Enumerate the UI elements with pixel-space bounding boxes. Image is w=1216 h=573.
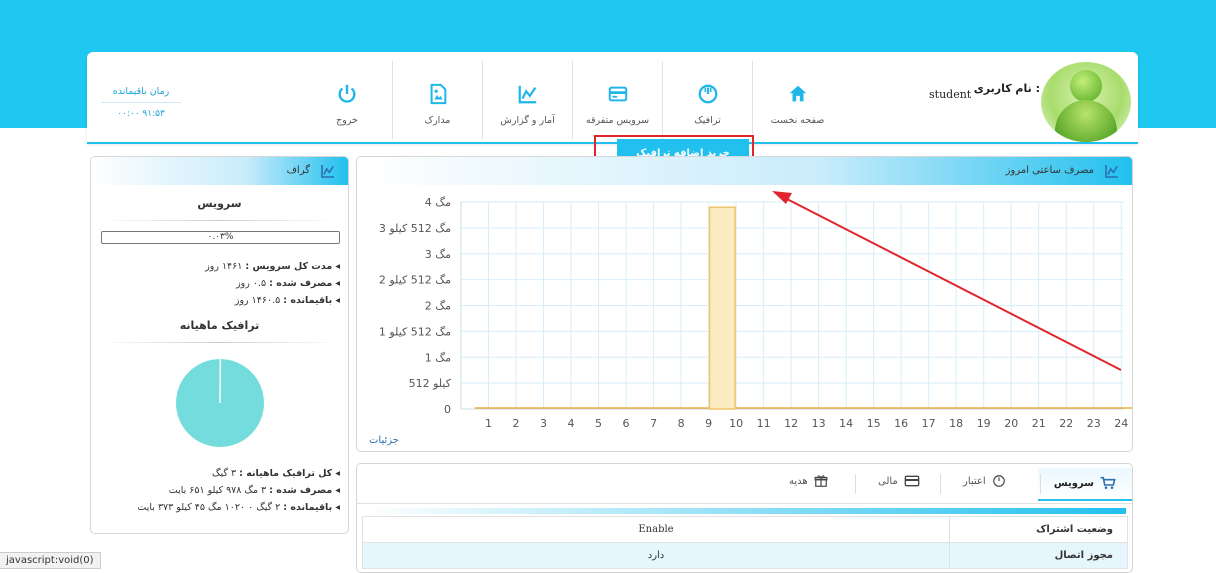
y-tick-label: 0	[444, 403, 451, 416]
nav-home[interactable]: صفحه نخست	[752, 61, 842, 139]
nav-home-label: صفحه نخست	[771, 115, 825, 126]
hourly-usage-title: مصرف ساعتی امروز	[1006, 165, 1094, 176]
x-tick-label: 15	[867, 417, 881, 430]
x-tick-label: 24	[1114, 417, 1128, 430]
y-tick-label: 3 مگ	[425, 248, 451, 261]
x-tick-label: 18	[949, 417, 963, 430]
nav-logout-label: خروج	[336, 115, 358, 126]
y-tick-label: 2 مگ 512 کیلو	[379, 274, 451, 287]
x-tick-label: 6	[623, 417, 630, 430]
traffic-info: ◂ کل ترافیک ماهیانه : ۳ گیگ ◂ مصرف شده :…	[91, 465, 348, 516]
graph-panel-title: گراف	[287, 165, 310, 176]
nav-traffic-label: ترافیک	[694, 115, 720, 126]
x-tick-label: 11	[757, 417, 771, 430]
service-info: ◂ مدت کل سرویس : ۱۴۶۱ روز ◂ مصرف شده : ۰…	[91, 258, 348, 309]
y-tick-label: 4 مگ	[425, 196, 451, 209]
hourly-usage-chart: 0 512 کیلو 1 مگ 1 مگ 512 کیلو 2 مگ 2 مگ 512 ک…	[357, 185, 1133, 433]
y-tick-label: 1 مگ	[425, 351, 451, 364]
service-details-panel: سرویس اعتبار مالی هدیه Enable وضعیت اشتر…	[356, 463, 1133, 573]
info-row: ◂ باقیمانده : ۲ گیگ ۰ ۱۰۲۰ مگ ۴۵ کیلو ۳۷…	[91, 499, 340, 516]
card-icon	[904, 474, 920, 488]
power-icon	[336, 83, 358, 105]
x-tick-label: 14	[839, 417, 853, 430]
status-bar: javascript:void(0)	[0, 552, 101, 569]
x-tick-label: 16	[894, 417, 908, 430]
subscription-status-value: Enable	[363, 517, 950, 543]
table-row: Enable وضعیت اشتراک	[363, 517, 1128, 543]
username-value: student	[929, 88, 971, 101]
x-tick-label: 4	[568, 417, 575, 430]
x-tick-label: 17	[922, 417, 936, 430]
nav-reports-label: آمار و گزارش	[500, 115, 554, 126]
x-tick-label: 22	[1059, 417, 1073, 430]
hourly-usage-header: مصرف ساعتی امروز	[357, 157, 1132, 185]
tab-service[interactable]: سرویس	[1038, 468, 1132, 501]
x-tick-label: 7	[650, 417, 657, 430]
info-row: ◂ مدت کل سرویس : ۱۴۶۱ روز	[91, 258, 340, 275]
tab-gift[interactable]: هدیه	[789, 474, 828, 488]
x-tick-label: 2	[513, 417, 520, 430]
graph-panel: گراف سرویس ۰.۰۳% ◂ مدت کل سرویس : ۱۴۶۱ ر…	[90, 156, 349, 534]
x-tick-label: 1	[485, 417, 492, 430]
x-tick-label: 10	[729, 417, 743, 430]
x-tick-label: 5	[595, 417, 602, 430]
chart-icon	[1104, 163, 1120, 179]
tab-credit[interactable]: اعتبار	[963, 474, 1006, 488]
time-remaining: زمان باقیمانده ۰۰:۰۰ ۹۱:۵۳	[101, 86, 181, 119]
username-label: نام کاربری :	[974, 82, 1040, 95]
y-tick-label: 3 مگ 512 کیلو	[379, 222, 451, 235]
x-tick-label: 23	[1087, 417, 1101, 430]
document-icon	[427, 83, 449, 105]
service-table: Enable وضعیت اشتراک دارد مجوز اتصال	[362, 516, 1128, 569]
info-row: ◂ مصرف شده : ۳ مگ ۹۷۸ کیلو ۶۵۱ بایت	[91, 482, 340, 499]
service-progress-bar: ۰.۰۳%	[101, 231, 340, 244]
hourly-usage-panel: مصرف ساعتی امروز 0 512 کیلو 1 مگ 1 مگ 512 ک…	[356, 156, 1133, 452]
time-remaining-label: زمان باقیمانده	[101, 86, 181, 97]
nav-logout[interactable]: خروج	[302, 61, 392, 139]
x-tick-label: 3	[540, 417, 547, 430]
subscription-status-label: وضعیت اشتراک	[950, 517, 1128, 543]
usage-bar	[710, 207, 736, 409]
chart-icon	[517, 83, 539, 105]
nav-reports[interactable]: آمار و گزارش	[482, 61, 572, 139]
connection-permit-value: دارد	[363, 543, 950, 569]
gauge-icon	[992, 474, 1006, 488]
info-row: ◂ باقیمانده : ۱۴۶۰.۵ روز	[91, 292, 340, 309]
x-tick-label: 13	[812, 417, 826, 430]
nav-documents-label: مدارک	[425, 115, 451, 126]
graph-panel-header: گراف	[91, 157, 348, 185]
monthly-traffic-title: ترافیک ماهیانه	[91, 319, 348, 332]
x-tick-label: 8	[678, 417, 685, 430]
x-tick-label: 9	[705, 417, 712, 430]
monthly-traffic-pie	[170, 353, 270, 453]
user-avatar	[1041, 62, 1131, 142]
table-row: دارد مجوز اتصال	[363, 543, 1128, 569]
x-tick-label: 21	[1032, 417, 1046, 430]
x-tick-label: 19	[977, 417, 991, 430]
y-tick-label: 1 مگ 512 کیلو	[379, 325, 451, 338]
x-tick-label: 12	[784, 417, 798, 430]
gauge-icon	[697, 83, 719, 105]
details-link[interactable]: جزئیات	[369, 435, 399, 446]
tab-finance[interactable]: مالی	[878, 474, 920, 488]
chart-icon	[320, 163, 336, 179]
nav-documents[interactable]: مدارک	[392, 61, 482, 139]
nav-misc-services[interactable]: سرویس متفرقه	[572, 61, 662, 139]
info-row: ◂ مصرف شده : ۰.۵ روز	[91, 275, 340, 292]
connection-permit-label: مجوز اتصال	[950, 543, 1128, 569]
info-row: ◂ کل ترافیک ماهیانه : ۳ گیگ	[91, 465, 340, 482]
y-tick-label: 2 مگ	[425, 300, 451, 313]
nav-misc-label: سرویس متفرقه	[586, 115, 649, 126]
service-tabs: سرویس اعتبار مالی هدیه	[357, 464, 1132, 504]
gift-icon	[814, 474, 828, 488]
card-icon	[607, 83, 629, 105]
cart-icon	[1100, 476, 1116, 490]
x-tick-label: 20	[1004, 417, 1018, 430]
home-icon	[787, 83, 809, 105]
time-remaining-value: ۰۰:۰۰ ۹۱:۵۳	[101, 109, 181, 119]
service-title: سرویس	[91, 197, 348, 210]
y-tick-label: 512 کیلو	[409, 377, 452, 390]
nav-traffic[interactable]: ترافیک	[662, 61, 752, 139]
